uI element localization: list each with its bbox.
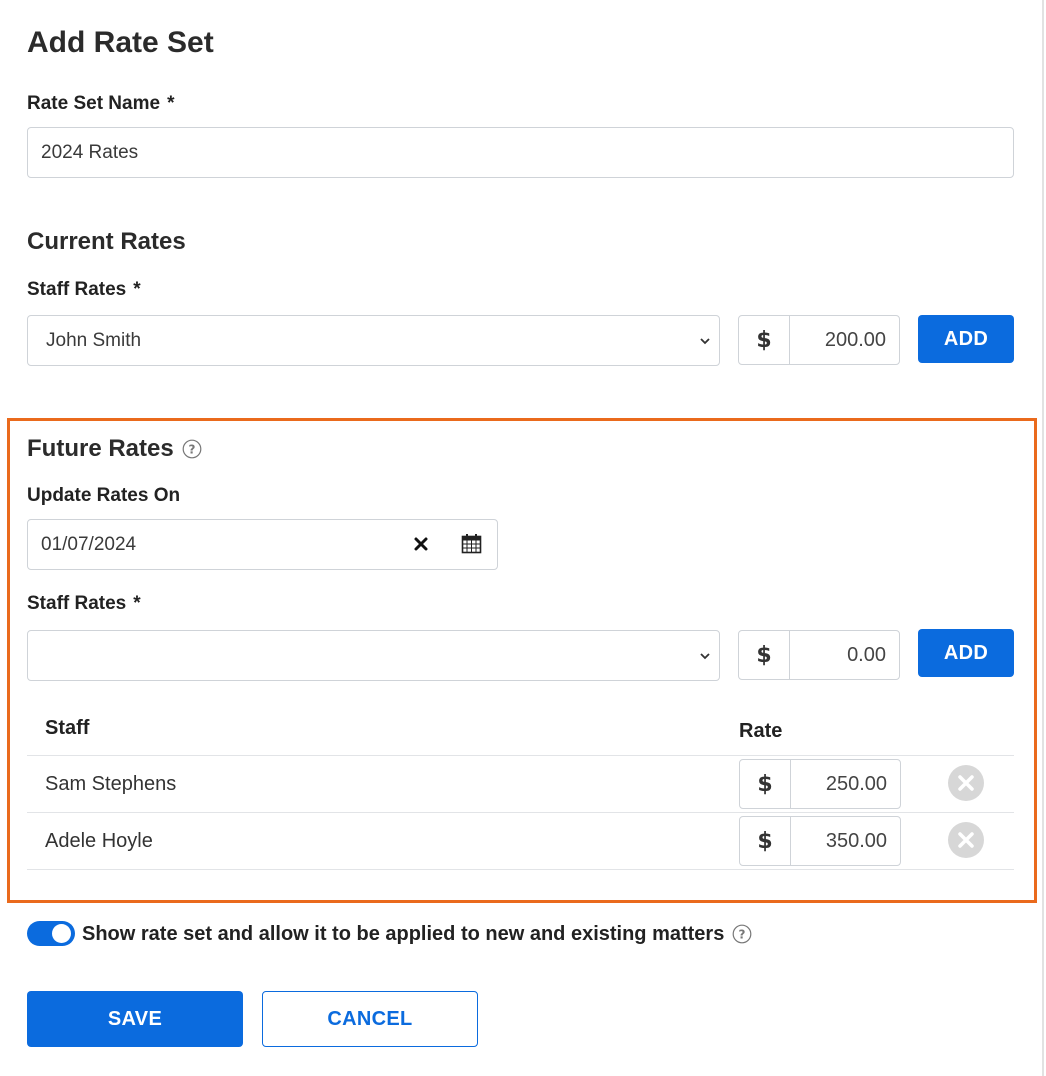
current-staff-selected-value: John Smith xyxy=(46,329,142,351)
row-rate-value: 250.00 xyxy=(825,772,887,795)
clear-date-icon[interactable] xyxy=(413,536,429,552)
staff-name-cell: Adele Hoyle xyxy=(45,830,153,852)
required-mark: * xyxy=(133,279,141,300)
currency-symbol: $ xyxy=(740,817,791,865)
help-icon[interactable]: ? xyxy=(182,439,202,459)
show-rate-set-label-text: Show rate set and allow it to be applied… xyxy=(82,923,725,945)
row-rate-value: 350.00 xyxy=(825,829,887,852)
page-title: Add Rate Set xyxy=(27,26,214,59)
row-rate-input[interactable]: $ 250.00 xyxy=(739,759,901,809)
current-rate-amount-input[interactable]: $ 200.00 xyxy=(738,315,900,365)
table-header-rate: Rate xyxy=(739,720,783,742)
update-rates-date-value: 01/07/2024 xyxy=(41,533,137,555)
table-header-staff: Staff xyxy=(45,717,90,739)
currency-symbol: $ xyxy=(739,316,790,364)
row-rate-input[interactable]: $ 350.00 xyxy=(739,816,901,866)
save-button[interactable]: SAVE xyxy=(27,991,243,1047)
page-right-edge xyxy=(1042,0,1044,1076)
remove-row-icon[interactable] xyxy=(948,765,984,801)
update-rates-on-label: Update Rates On xyxy=(27,485,181,506)
svg-text:?: ? xyxy=(739,927,746,941)
remove-row-icon[interactable] xyxy=(948,822,984,858)
current-staff-rates-label: Staff Rates * xyxy=(27,278,141,302)
current-staff-rates-label-text: Staff Rates xyxy=(27,279,127,300)
rate-set-name-value: 2024 Rates xyxy=(41,141,139,163)
current-rates-heading: Current Rates xyxy=(27,228,186,255)
show-rate-set-toggle[interactable] xyxy=(27,921,75,946)
chevron-down-icon xyxy=(700,652,710,659)
required-mark: * xyxy=(167,93,175,114)
help-icon[interactable]: ? xyxy=(732,924,752,944)
svg-text:?: ? xyxy=(188,442,195,456)
future-staff-rates-label: Staff Rates * xyxy=(27,592,141,616)
toggle-knob xyxy=(52,924,71,943)
future-rate-amount-input[interactable]: $ 0.00 xyxy=(738,630,900,680)
future-rates-add-button[interactable]: ADD xyxy=(918,629,1014,677)
future-rates-heading: Future Rates ? xyxy=(27,434,202,464)
current-rate-amount-value: 200.00 xyxy=(824,328,886,351)
future-staff-rates-label-text: Staff Rates xyxy=(27,593,127,614)
future-rate-amount-value: 0.00 xyxy=(847,643,886,666)
rate-set-name-label: Rate Set Name * xyxy=(27,92,174,116)
future-staff-select[interactable] xyxy=(27,630,720,681)
required-mark: * xyxy=(133,593,141,614)
currency-symbol: $ xyxy=(740,760,791,808)
staff-name-cell: Sam Stephens xyxy=(45,773,177,795)
table-divider xyxy=(27,869,1014,870)
rate-set-name-label-text: Rate Set Name xyxy=(27,93,161,114)
show-rate-set-label: Show rate set and allow it to be applied… xyxy=(82,921,752,947)
current-rates-add-button[interactable]: ADD xyxy=(918,315,1014,363)
currency-symbol: $ xyxy=(739,631,790,679)
rate-set-name-input[interactable]: 2024 Rates xyxy=(27,127,1014,178)
future-rates-heading-text: Future Rates xyxy=(27,435,174,462)
cancel-button[interactable]: CANCEL xyxy=(262,991,478,1047)
calendar-icon[interactable] xyxy=(461,533,482,554)
chevron-down-icon xyxy=(700,337,710,344)
current-staff-select[interactable]: John Smith xyxy=(27,315,720,366)
